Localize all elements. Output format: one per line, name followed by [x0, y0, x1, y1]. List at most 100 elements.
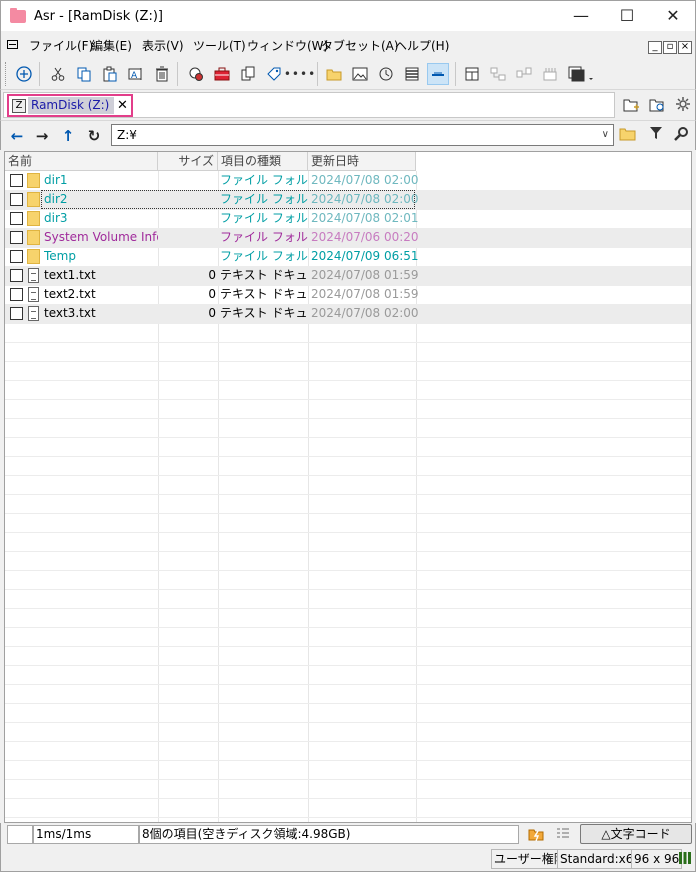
- minimize-button[interactable]: —: [558, 1, 604, 32]
- system-menu-icon[interactable]: [7, 40, 18, 49]
- paste-icon[interactable]: [99, 63, 121, 85]
- column-header-date[interactable]: 更新日時: [308, 152, 416, 171]
- mdi-restore-button[interactable]: ▫: [663, 41, 677, 54]
- list-item[interactable]: dir3 ファイル フォルダー 2024/07/08 02:01: [5, 209, 691, 228]
- copy-icon[interactable]: [73, 63, 95, 85]
- history-icon[interactable]: [375, 63, 397, 85]
- address-bar-row: ← → ↑ ↻ Z:¥ ∨: [0, 120, 696, 150]
- compare-icon[interactable]: [513, 63, 535, 85]
- item-date: 2024/07/06 00:20: [311, 230, 419, 244]
- row-checkbox[interactable]: [10, 307, 23, 320]
- row-checkbox[interactable]: [10, 212, 23, 225]
- folder-icon: [27, 173, 40, 188]
- image-view-icon[interactable]: [349, 63, 371, 85]
- item-date: 2024/07/08 01:59: [311, 268, 419, 282]
- list-item[interactable]: text3.txt 0 テキスト ドキュメ... 2024/07/08 02:0…: [5, 304, 691, 323]
- text-file-icon: [28, 306, 39, 321]
- settings-gear-icon[interactable]: [674, 96, 692, 114]
- open-folder-icon[interactable]: [619, 126, 637, 144]
- list-item[interactable]: dir1 ファイル フォルダー 2024/07/08 02:00: [5, 171, 691, 190]
- maximize-button[interactable]: ☐: [604, 1, 650, 32]
- row-checkbox[interactable]: [10, 193, 23, 206]
- grid-line: [5, 722, 691, 723]
- row-checkbox[interactable]: [10, 231, 23, 244]
- forward-arrow-icon[interactable]: →: [33, 127, 51, 145]
- window-layout-icon[interactable]: [565, 63, 597, 85]
- item-date: 2024/07/08 02:01: [311, 211, 419, 225]
- list-item[interactable]: text1.txt 0 テキスト ドキュメ... 2024/07/08 01:5…: [5, 266, 691, 285]
- list-item[interactable]: Temp ファイル フォルダー 2024/07/09 06:51: [5, 247, 691, 266]
- row-checkbox[interactable]: [10, 288, 23, 301]
- chevron-down-icon[interactable]: ∨: [602, 125, 609, 145]
- mdi-minimize-button[interactable]: _: [648, 41, 662, 54]
- row-checkbox[interactable]: [10, 250, 23, 263]
- grid-line: [5, 570, 691, 571]
- back-arrow-icon[interactable]: ←: [8, 127, 26, 145]
- close-button[interactable]: ✕: [650, 1, 696, 32]
- row-checkbox[interactable]: [10, 174, 23, 187]
- status-summary: 8個の項目(空きディスク領域:4.98GB): [139, 825, 519, 844]
- open-folder-icon[interactable]: [323, 63, 345, 85]
- menu-tools[interactable]: ツール(T): [193, 37, 246, 54]
- grid-line: [5, 399, 691, 400]
- tab-label[interactable]: RamDisk (Z:): [28, 97, 114, 114]
- mdi-close-button[interactable]: ×: [678, 41, 692, 54]
- tab-ramdisk[interactable]: Z RamDisk (Z:) ✕: [7, 94, 133, 117]
- list-item[interactable]: text2.txt 0 テキスト ドキュメ... 2024/07/08 01:5…: [5, 285, 691, 304]
- details-view-icon[interactable]: [401, 63, 423, 85]
- column-header-size[interactable]: サイズ: [158, 152, 218, 171]
- up-arrow-icon[interactable]: ↑: [59, 127, 77, 145]
- refresh-icon[interactable]: ↻: [85, 127, 103, 145]
- grid-line: [5, 380, 691, 381]
- new-folder-tab-icon[interactable]: [622, 96, 640, 114]
- status-bar-secondary: ユーザー権限 Standard:x64 96 x 96: [0, 846, 696, 872]
- search-icon[interactable]: [672, 126, 690, 144]
- horizontal-split-icon[interactable]: [461, 63, 483, 85]
- tag-icon[interactable]: [263, 63, 285, 85]
- single-pane-icon[interactable]: [427, 63, 449, 85]
- properties-icon[interactable]: [185, 63, 207, 85]
- status-timing: 1ms/1ms: [33, 825, 139, 844]
- refresh-tab-icon[interactable]: [648, 96, 666, 114]
- grid-line: [5, 798, 691, 799]
- tab-bar: Z RamDisk (Z:) ✕: [0, 90, 696, 120]
- address-input[interactable]: Z:¥ ∨: [111, 124, 614, 146]
- toolbox-icon[interactable]: [211, 63, 233, 85]
- tree-icon[interactable]: [487, 63, 509, 85]
- file-list[interactable]: 名前 サイズ 項目の種類 更新日時 dir1 ファイル フォルダー 2024/0…: [4, 151, 692, 823]
- list-item[interactable]: dir2 ファイル フォルダー 2024/07/08 02:00: [5, 190, 691, 209]
- column-list-icon[interactable]: [554, 826, 572, 844]
- toolbar-grip[interactable]: [5, 62, 8, 86]
- more-icon[interactable]: ••••: [284, 63, 315, 85]
- delete-icon[interactable]: [151, 63, 173, 85]
- new-tab-icon[interactable]: [13, 63, 35, 85]
- tab-close-button[interactable]: ✕: [115, 96, 130, 115]
- item-date: 2024/07/08 01:59: [311, 287, 419, 301]
- list-item[interactable]: System Volume Info... ファイル フォルダー 2024/07…: [5, 228, 691, 247]
- grid-line: [5, 646, 691, 647]
- column-header-type[interactable]: 項目の種類: [218, 152, 308, 171]
- lightning-folder-icon[interactable]: [527, 826, 545, 844]
- charcode-button[interactable]: △文字コード: [580, 824, 692, 844]
- filter-icon[interactable]: [647, 126, 665, 144]
- column-header-name[interactable]: 名前: [5, 152, 158, 171]
- row-checkbox[interactable]: [10, 269, 23, 282]
- item-type: ファイル フォルダー: [220, 173, 308, 187]
- grid-line: [5, 779, 691, 780]
- cut-icon[interactable]: [47, 63, 69, 85]
- menu-file[interactable]: ファイル(F): [29, 37, 93, 54]
- menu-window[interactable]: ウィンドウ(W): [247, 37, 328, 54]
- item-name: dir1: [44, 173, 68, 187]
- grid-line: [5, 608, 691, 609]
- item-size: 0: [208, 268, 216, 282]
- copy-to-icon[interactable]: [237, 63, 259, 85]
- grid-line: [5, 703, 691, 704]
- sync-icon[interactable]: [539, 63, 561, 85]
- menu-view[interactable]: 表示(V): [142, 37, 184, 54]
- menu-tabset[interactable]: タブセット(A): [321, 37, 399, 54]
- folder-icon: [27, 249, 40, 264]
- menu-help[interactable]: ヘルプ(H): [395, 37, 449, 54]
- tab-strip: Z RamDisk (Z:) ✕: [3, 92, 615, 118]
- menu-edit[interactable]: 編集(E): [91, 37, 132, 54]
- rename-icon[interactable]: A: [125, 63, 147, 85]
